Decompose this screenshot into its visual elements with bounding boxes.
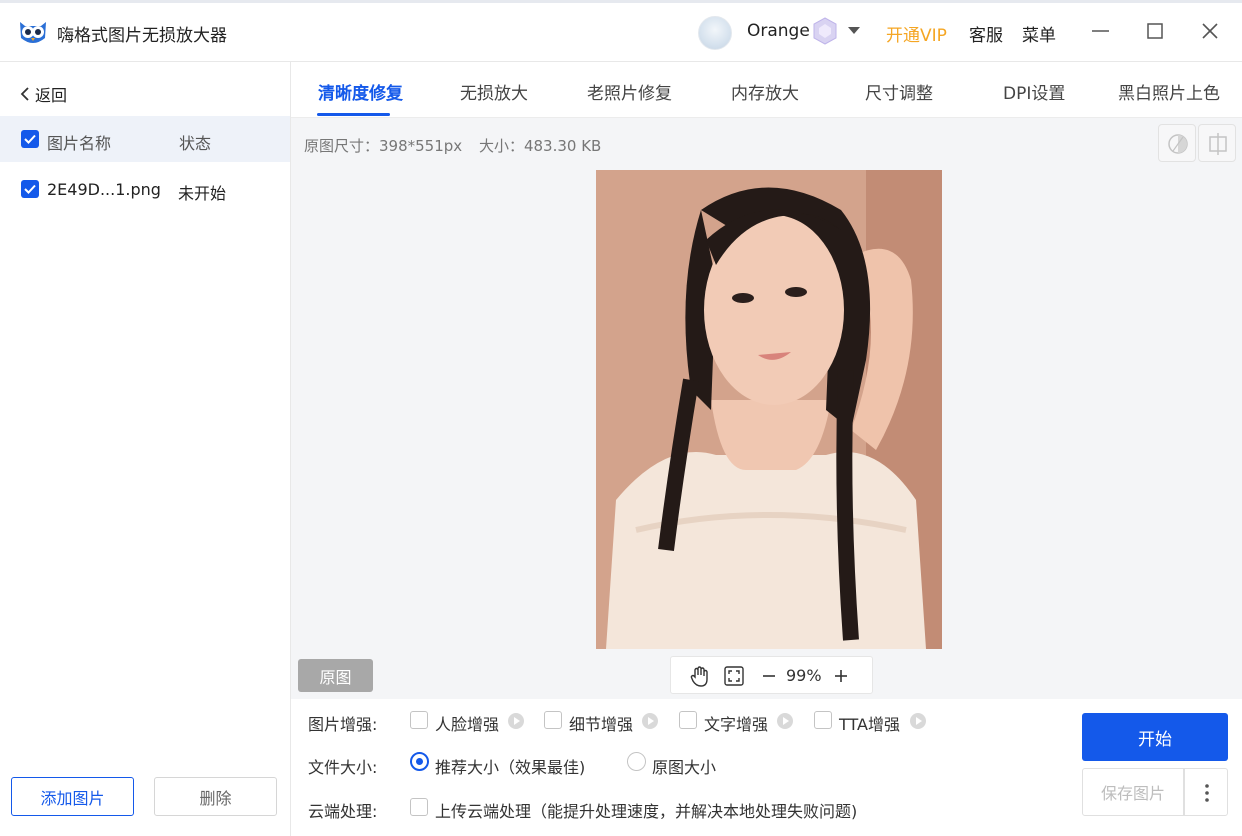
play-demo-icon[interactable]	[777, 713, 793, 729]
cloud-process-checkbox[interactable]	[410, 798, 428, 816]
close-icon[interactable]	[1197, 18, 1223, 44]
top-strip	[0, 0, 1242, 3]
file-name: 2E49D...1.png	[47, 180, 161, 199]
active-tab-indicator	[317, 113, 390, 116]
face-enhance-checkbox[interactable]	[410, 711, 428, 729]
fit-screen-icon[interactable]	[723, 665, 745, 687]
contrast-icon	[1168, 134, 1188, 154]
play-demo-icon[interactable]	[508, 713, 524, 729]
app-window: 嗨格式图片无损放大器 Orange 开通VIP 客服 菜单 返回 图片名称 状态…	[0, 0, 1242, 836]
file-list-header: 图片名称 状态	[0, 116, 290, 162]
chevron-down-icon[interactable]	[848, 27, 860, 34]
portrait-image	[596, 170, 942, 649]
tta-enhance-checkbox[interactable]	[814, 711, 832, 729]
tta-enhance-label: TTA增强	[839, 715, 900, 734]
save-image-button[interactable]: 保存图片	[1082, 768, 1184, 816]
file-size: 大小：483.30 KB	[478, 137, 602, 155]
menu-link[interactable]: 菜单	[1022, 21, 1056, 46]
zoom-out-icon[interactable]	[758, 665, 780, 687]
zoom-in-icon[interactable]	[830, 665, 852, 687]
zoom-level: 99%	[786, 666, 822, 685]
support-link[interactable]: 客服	[969, 21, 1003, 46]
original-image-button[interactable]: 原图	[298, 659, 373, 692]
back-label: 返回	[35, 86, 68, 105]
check-icon	[24, 134, 36, 144]
file-checkbox[interactable]	[21, 180, 39, 198]
column-header-status: 状态	[179, 134, 212, 153]
play-demo-icon[interactable]	[910, 713, 926, 729]
tab-clarity-repair[interactable]: 清晰度修复	[318, 79, 403, 104]
check-icon	[24, 184, 36, 194]
detail-enhance-label: 细节增强	[569, 715, 634, 734]
column-header-name: 图片名称	[47, 134, 112, 153]
username[interactable]: Orange	[747, 21, 810, 41]
vip-badge-icon	[813, 17, 837, 45]
maximize-icon[interactable]	[1142, 18, 1168, 44]
function-tabs: 清晰度修复 无损放大 老照片修复 内存放大 尺寸调整 DPI设置 黑白照片上色	[291, 62, 1242, 118]
enhance-label: 图片增强:	[308, 715, 378, 734]
image-info: 原图尺寸：398*551px 大小：483.30 KB	[304, 135, 613, 156]
tab-memory-enlarge[interactable]: 内存放大	[731, 79, 799, 104]
delete-button[interactable]: 删除	[154, 777, 277, 816]
face-enhance-label: 人脸增强	[435, 715, 500, 734]
original-size-radio[interactable]	[627, 752, 646, 771]
avatar[interactable]	[698, 16, 732, 50]
detail-enhance-checkbox[interactable]	[544, 711, 562, 729]
tab-dpi-settings[interactable]: DPI设置	[1003, 79, 1065, 104]
cloud-process-label: 上传云端处理（能提升处理速度，并解决本地处理失败问题)	[435, 802, 858, 821]
recommended-size-label: 推荐大小（效果最佳)	[435, 758, 586, 777]
minimize-icon[interactable]	[1088, 18, 1114, 44]
split-view-button[interactable]	[1198, 124, 1236, 162]
zoom-toolbar: 99%	[670, 656, 873, 694]
more-options-button[interactable]	[1184, 768, 1228, 816]
compare-view-button[interactable]	[1158, 124, 1196, 162]
select-all-checkbox[interactable]	[21, 130, 39, 148]
sidebar: 返回 图片名称 状态 2E49D...1.png 未开始 添加图片 删除	[0, 62, 291, 836]
tab-lossless-enlarge[interactable]: 无损放大	[460, 79, 528, 104]
recommended-size-radio[interactable]	[410, 752, 429, 771]
original-size: 原图尺寸：398*551px	[304, 137, 463, 155]
tab-old-photo-repair[interactable]: 老照片修复	[587, 79, 672, 104]
cloud-label: 云端处理:	[308, 802, 378, 821]
options-panel: 图片增强: 人脸增强 细节增强 文字增强 TTA增强 文件大小: 推荐大小（效果…	[291, 699, 1242, 836]
owl-logo-icon	[20, 22, 46, 43]
title-bar: 嗨格式图片无损放大器 Orange 开通VIP 客服 菜单	[0, 0, 1242, 62]
image-preview[interactable]	[596, 170, 942, 649]
play-demo-icon[interactable]	[642, 713, 658, 729]
split-view-icon	[1209, 133, 1227, 155]
start-button[interactable]: 开始	[1082, 713, 1228, 761]
tab-size-adjust[interactable]: 尺寸调整	[865, 79, 933, 104]
more-vertical-icon	[1205, 784, 1209, 802]
text-enhance-checkbox[interactable]	[679, 711, 697, 729]
add-image-button[interactable]: 添加图片	[11, 777, 134, 816]
app-title: 嗨格式图片无损放大器	[57, 26, 227, 46]
back-button[interactable]: 返回	[20, 82, 67, 106]
hand-pan-icon[interactable]	[689, 665, 711, 687]
text-enhance-label: 文字增强	[704, 715, 769, 734]
open-vip-link[interactable]: 开通VIP	[886, 21, 947, 46]
original-size-label: 原图大小	[652, 758, 717, 777]
main-panel: 清晰度修复 无损放大 老照片修复 内存放大 尺寸调整 DPI设置 黑白照片上色 …	[291, 62, 1242, 836]
tab-bw-colorize[interactable]: 黑白照片上色	[1118, 79, 1220, 104]
file-status: 未开始	[178, 184, 227, 203]
file-list-item[interactable]: 2E49D...1.png 未开始	[0, 166, 290, 212]
filesize-label: 文件大小:	[308, 758, 378, 777]
chevron-left-icon	[20, 87, 29, 101]
